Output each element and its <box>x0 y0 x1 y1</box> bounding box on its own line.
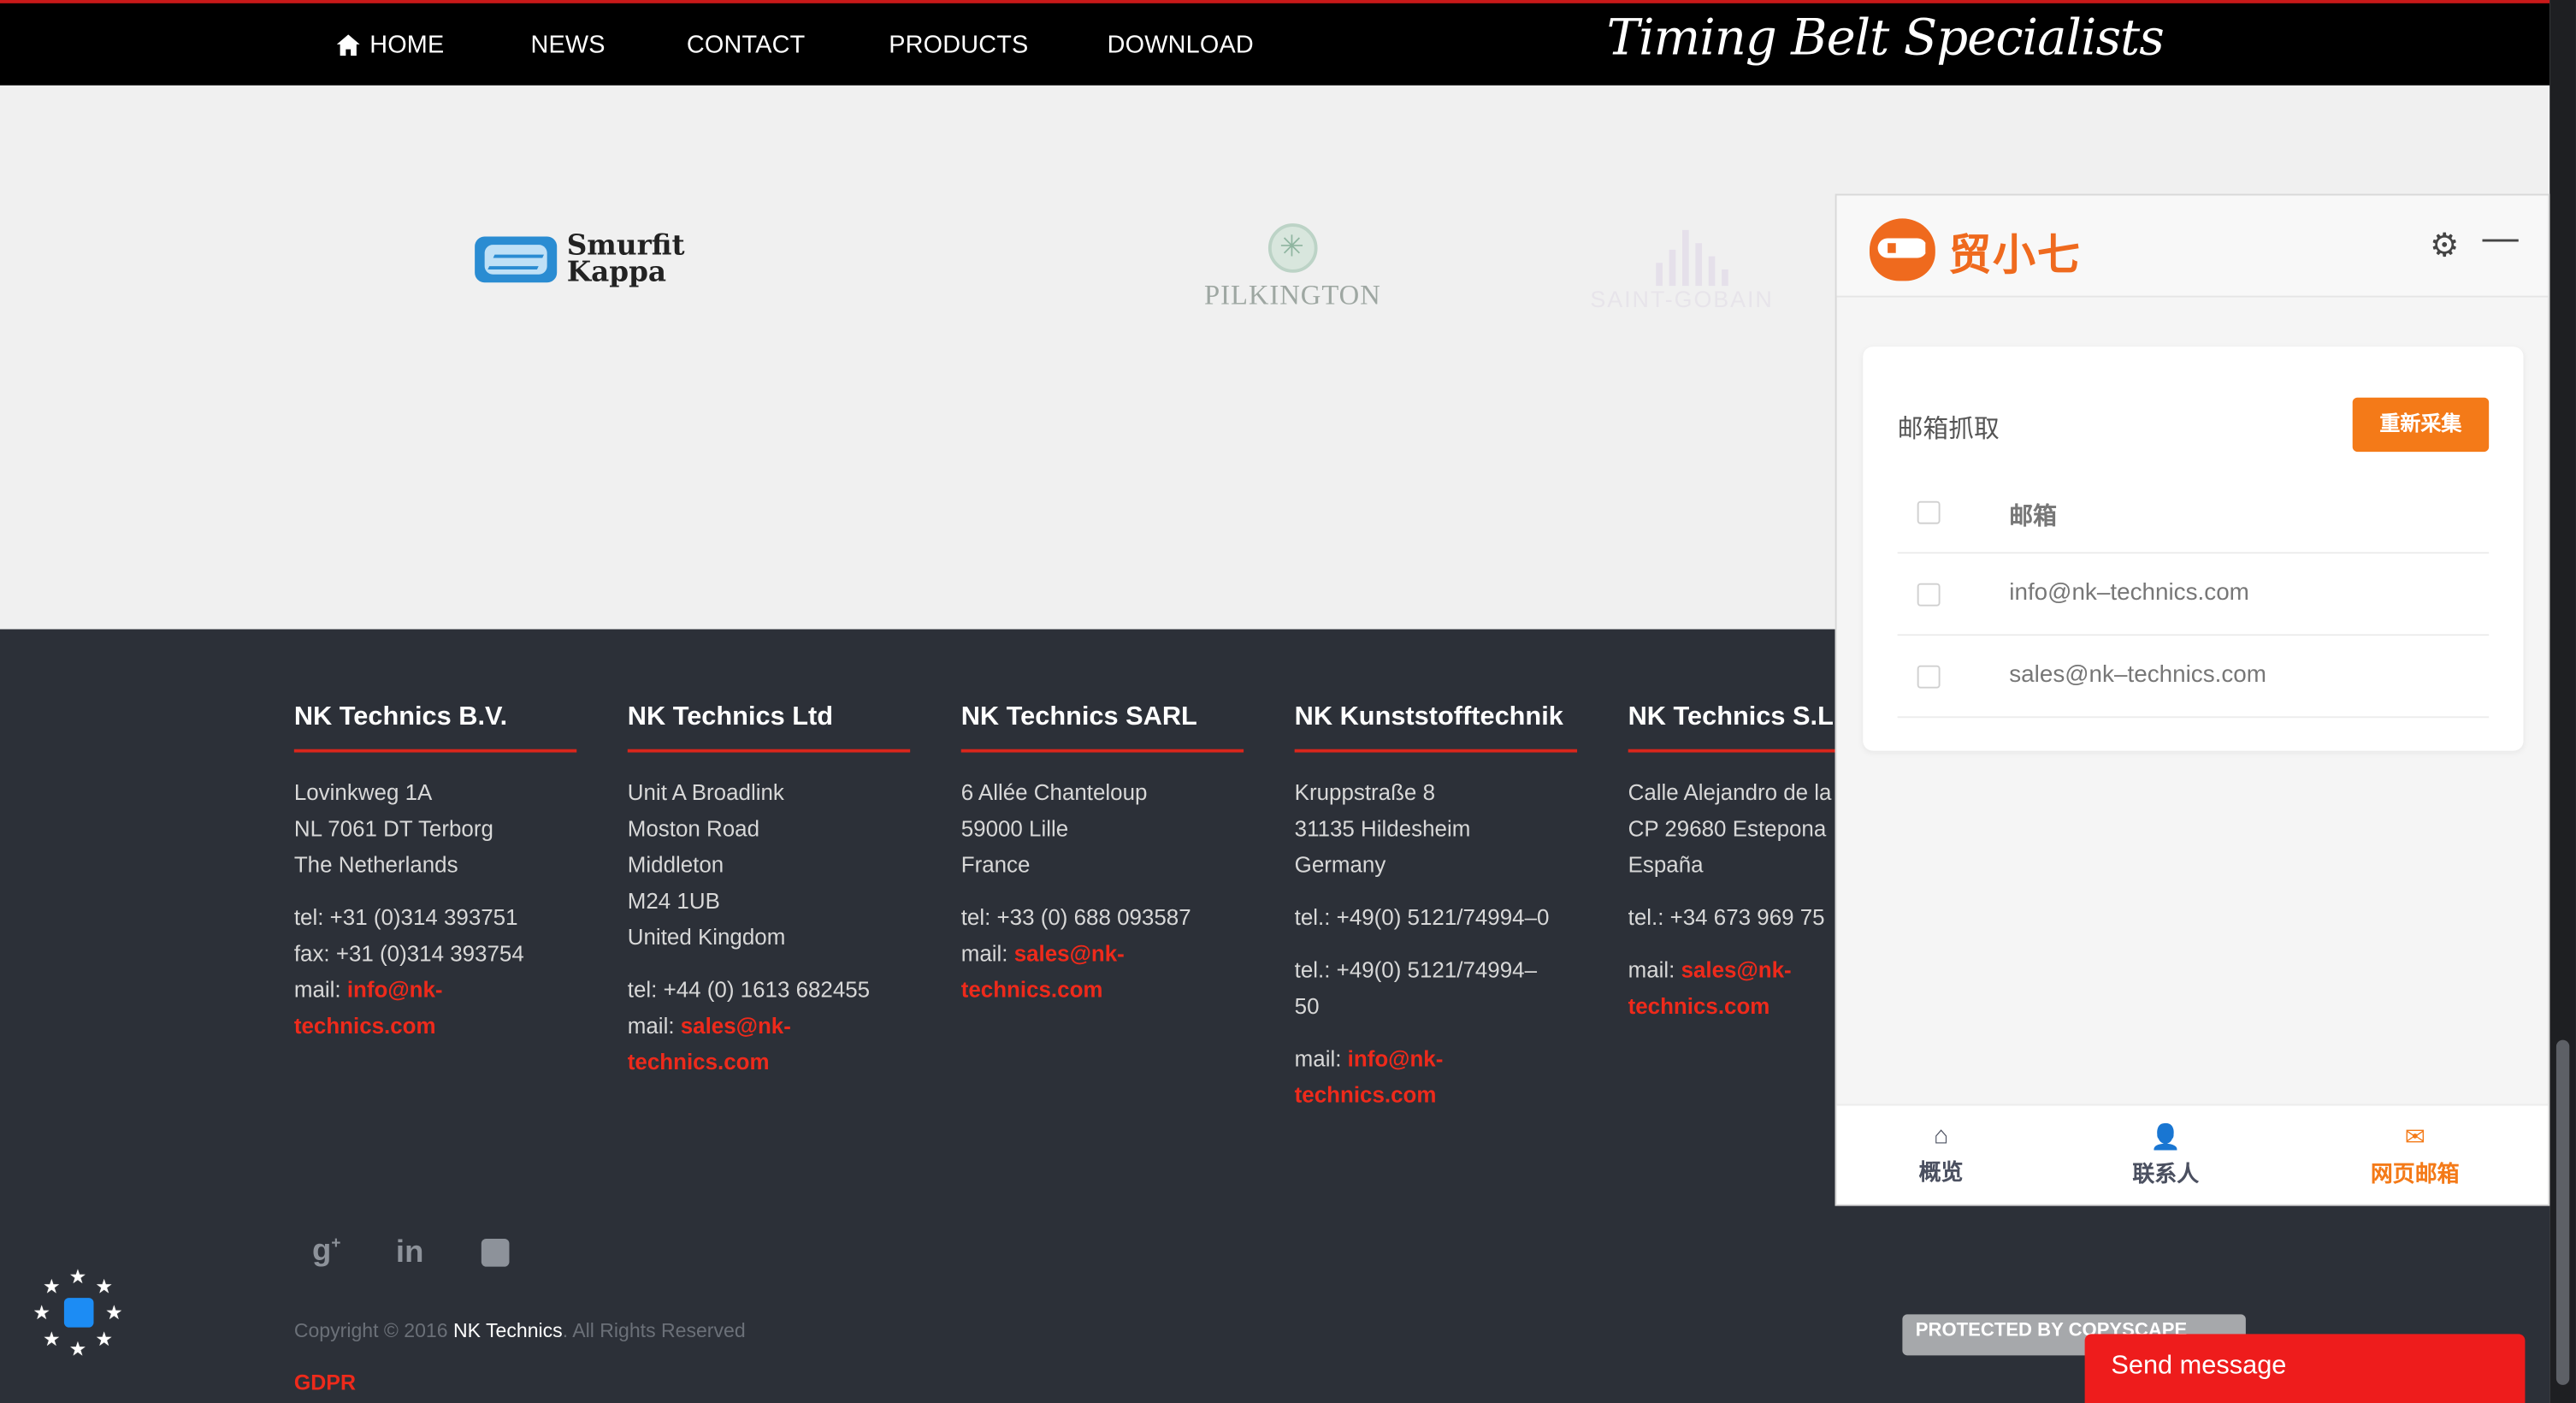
select-all-checkbox[interactable] <box>1917 500 1941 524</box>
address-line: Kruppstraße 8 <box>1294 780 1435 805</box>
table-header-row: 邮箱 <box>1897 471 2490 554</box>
smurfit-kappa-mark-icon <box>475 236 558 283</box>
lock-icon <box>63 1298 94 1328</box>
top-navigation-bar: HOME NEWS CONTACT PRODUCTS DOWNLOAD Timi… <box>0 0 2550 86</box>
email-link-cont[interactable]: technics.com <box>628 1050 770 1074</box>
email-value: info@nk–technics.com <box>2009 579 2249 607</box>
email-link-cont[interactable]: technics.com <box>1295 1083 1437 1108</box>
tab-web-emails-label: 网页邮箱 <box>2370 1161 2460 1187</box>
nav-contact[interactable]: CONTACT <box>687 31 805 59</box>
nav-home[interactable]: HOME <box>336 31 445 60</box>
phone-line: tel: +44 (0) 1613 682455 <box>627 977 871 1003</box>
mail-line: mail: info@nk- <box>1294 1046 1444 1072</box>
address-line: Middleton <box>627 852 724 878</box>
company-title: NK Kunststofftechnik <box>1294 703 1578 753</box>
email-extractor-panel: 贸小七 ⚙ — 邮箱抓取 重新采集 邮箱 info@nk–technics.co… <box>1835 193 2550 1206</box>
phone-line: tel.: +49(0) 5121/74994–0 <box>1294 905 1550 930</box>
envelope-icon: ✉ <box>2404 1123 2425 1152</box>
company-title: NK Technics B.V. <box>293 703 577 753</box>
address-line: 59000 Lille <box>960 816 1069 842</box>
recollect-button[interactable]: 重新采集 <box>2352 397 2490 453</box>
address-line: 31135 Hildesheim <box>1294 816 1471 842</box>
address-line: M24 1UB <box>627 888 720 914</box>
saint-gobain-mark-icon <box>1590 223 1754 287</box>
footer-column-nl: NK Technics B.V. Lovinkweg 1A NL 7061 DT… <box>293 703 577 1045</box>
brand-tagline: Timing Belt Specialists <box>1606 9 2165 68</box>
mail-line: mail: sales@nk- <box>960 941 1125 967</box>
person-icon: 👤 <box>2150 1123 2182 1152</box>
panel-header: 贸小七 ⚙ — <box>1836 195 2549 298</box>
gdpr-link[interactable]: GDPR <box>294 1370 356 1395</box>
nav-download[interactable]: DOWNLOAD <box>1108 31 1254 59</box>
phone-line: tel.: +49(0) 5121/74994– <box>1294 957 1538 983</box>
email-link[interactable]: info@nk- <box>347 978 443 1003</box>
address-line: Lovinkweg 1A <box>293 780 433 805</box>
saint-gobain-logo: SAINT-GOBAIN <box>1590 223 1773 312</box>
email-link[interactable]: sales@nk- <box>1014 941 1125 966</box>
linkedin-icon[interactable]: in <box>396 1235 423 1271</box>
address-line: Germany <box>1294 852 1386 878</box>
mail-line: mail: info@nk- <box>293 977 443 1003</box>
home-icon <box>336 34 360 56</box>
tab-web-emails[interactable]: ✉ 网页邮箱 <box>2371 1122 2460 1188</box>
company-title: NK Technics SARL <box>960 703 1244 753</box>
address-line: NL 7061 DT Terborg <box>293 816 493 842</box>
copyright-text: Copyright © 2016 NK Technics. All Rights… <box>293 1319 746 1342</box>
youtube-icon[interactable] <box>481 1238 510 1267</box>
email-capture-card: 邮箱抓取 重新采集 邮箱 info@nk–technics.com sales@… <box>1863 346 2524 751</box>
tab-contacts-label: 联系人 <box>2132 1161 2200 1187</box>
phone-line-cont: 50 <box>1294 993 1320 1019</box>
card-title: 邮箱抓取 <box>1897 415 2000 444</box>
email-link[interactable]: sales@nk- <box>1681 958 1792 983</box>
address-line: The Netherlands <box>293 852 458 878</box>
email-link-cont[interactable]: technics.com <box>961 978 1103 1003</box>
cookie-consent-icon[interactable]: ★ ★ ★ ★ ★ ★ ★ ★ <box>30 1265 128 1364</box>
address-line: Unit A Broadlink <box>627 780 784 805</box>
tab-overview[interactable]: ⌂ 概览 <box>1919 1122 1964 1187</box>
footer-column-fr: NK Technics SARL 6 Allée Chanteloup 5900… <box>960 703 1244 1009</box>
smurfit-name-line2: Kappa <box>566 256 667 289</box>
google-plus-icon[interactable]: g+ <box>312 1234 341 1270</box>
nav-news[interactable]: NEWS <box>530 31 605 59</box>
email-link[interactable]: info@nk- <box>1348 1046 1444 1071</box>
robot-logo-icon <box>1869 218 1935 281</box>
address-line: Moston Road <box>627 816 760 842</box>
address-line: France <box>960 852 1031 878</box>
home-icon: ⌂ <box>1933 1122 1949 1151</box>
tab-overview-label: 概览 <box>1918 1159 1964 1185</box>
saint-gobain-name: SAINT-GOBAIN <box>1590 286 1774 312</box>
email-link[interactable]: sales@nk- <box>681 1014 791 1039</box>
panel-title: 贸小七 <box>1948 231 2082 281</box>
footer-column-uk: NK Technics Ltd Unit A Broadlink Moston … <box>627 703 911 1081</box>
address-line: 6 Allée Chanteloup <box>960 780 1148 805</box>
footer-column-de: NK Kunststofftechnik Kruppstraße 8 31135… <box>1294 703 1578 1114</box>
minimize-icon[interactable]: — <box>2482 216 2518 259</box>
phone-line: tel: +33 (0) 688 093587 <box>960 905 1191 930</box>
table-row: info@nk–technics.com <box>1897 554 2490 636</box>
tab-contacts[interactable]: 👤 联系人 <box>2132 1122 2199 1188</box>
scrollbar-thumb[interactable] <box>2555 1039 2570 1385</box>
pilkington-logo: PILKINGTON <box>1204 223 1381 312</box>
pilkington-mark-icon <box>1267 223 1318 273</box>
table-row: sales@nk–technics.com <box>1897 636 2490 719</box>
copyright-brand: NK Technics <box>452 1319 563 1342</box>
fax-line: fax: +31 (0)314 393754 <box>293 941 524 967</box>
pilkington-name: PILKINGTON <box>1204 279 1381 311</box>
email-link-cont[interactable]: technics.com <box>1628 994 1770 1019</box>
row-checkbox[interactable] <box>1917 665 1941 689</box>
nav-products[interactable]: PRODUCTS <box>889 31 1028 59</box>
smurfit-kappa-logo: Smurfit Kappa <box>475 233 685 289</box>
column-header-email: 邮箱 <box>2009 504 2057 531</box>
address-line: United Kingdom <box>627 925 786 950</box>
send-message-button[interactable]: Send message <box>2084 1334 2526 1403</box>
company-title: NK Technics Ltd <box>627 703 911 753</box>
mail-line: mail: sales@nk- <box>627 1013 791 1039</box>
email-link-cont[interactable]: technics.com <box>294 1014 436 1039</box>
phone-line: tel: +31 (0)314 393751 <box>293 905 518 930</box>
gear-icon[interactable]: ⚙ <box>2430 225 2459 266</box>
row-checkbox[interactable] <box>1917 583 1941 607</box>
email-value: sales@nk–technics.com <box>2009 661 2267 689</box>
panel-bottom-tabs: ⌂ 概览 👤 联系人 ✉ 网页邮箱 <box>1836 1104 2549 1205</box>
nav-home-label: HOME <box>369 31 445 60</box>
